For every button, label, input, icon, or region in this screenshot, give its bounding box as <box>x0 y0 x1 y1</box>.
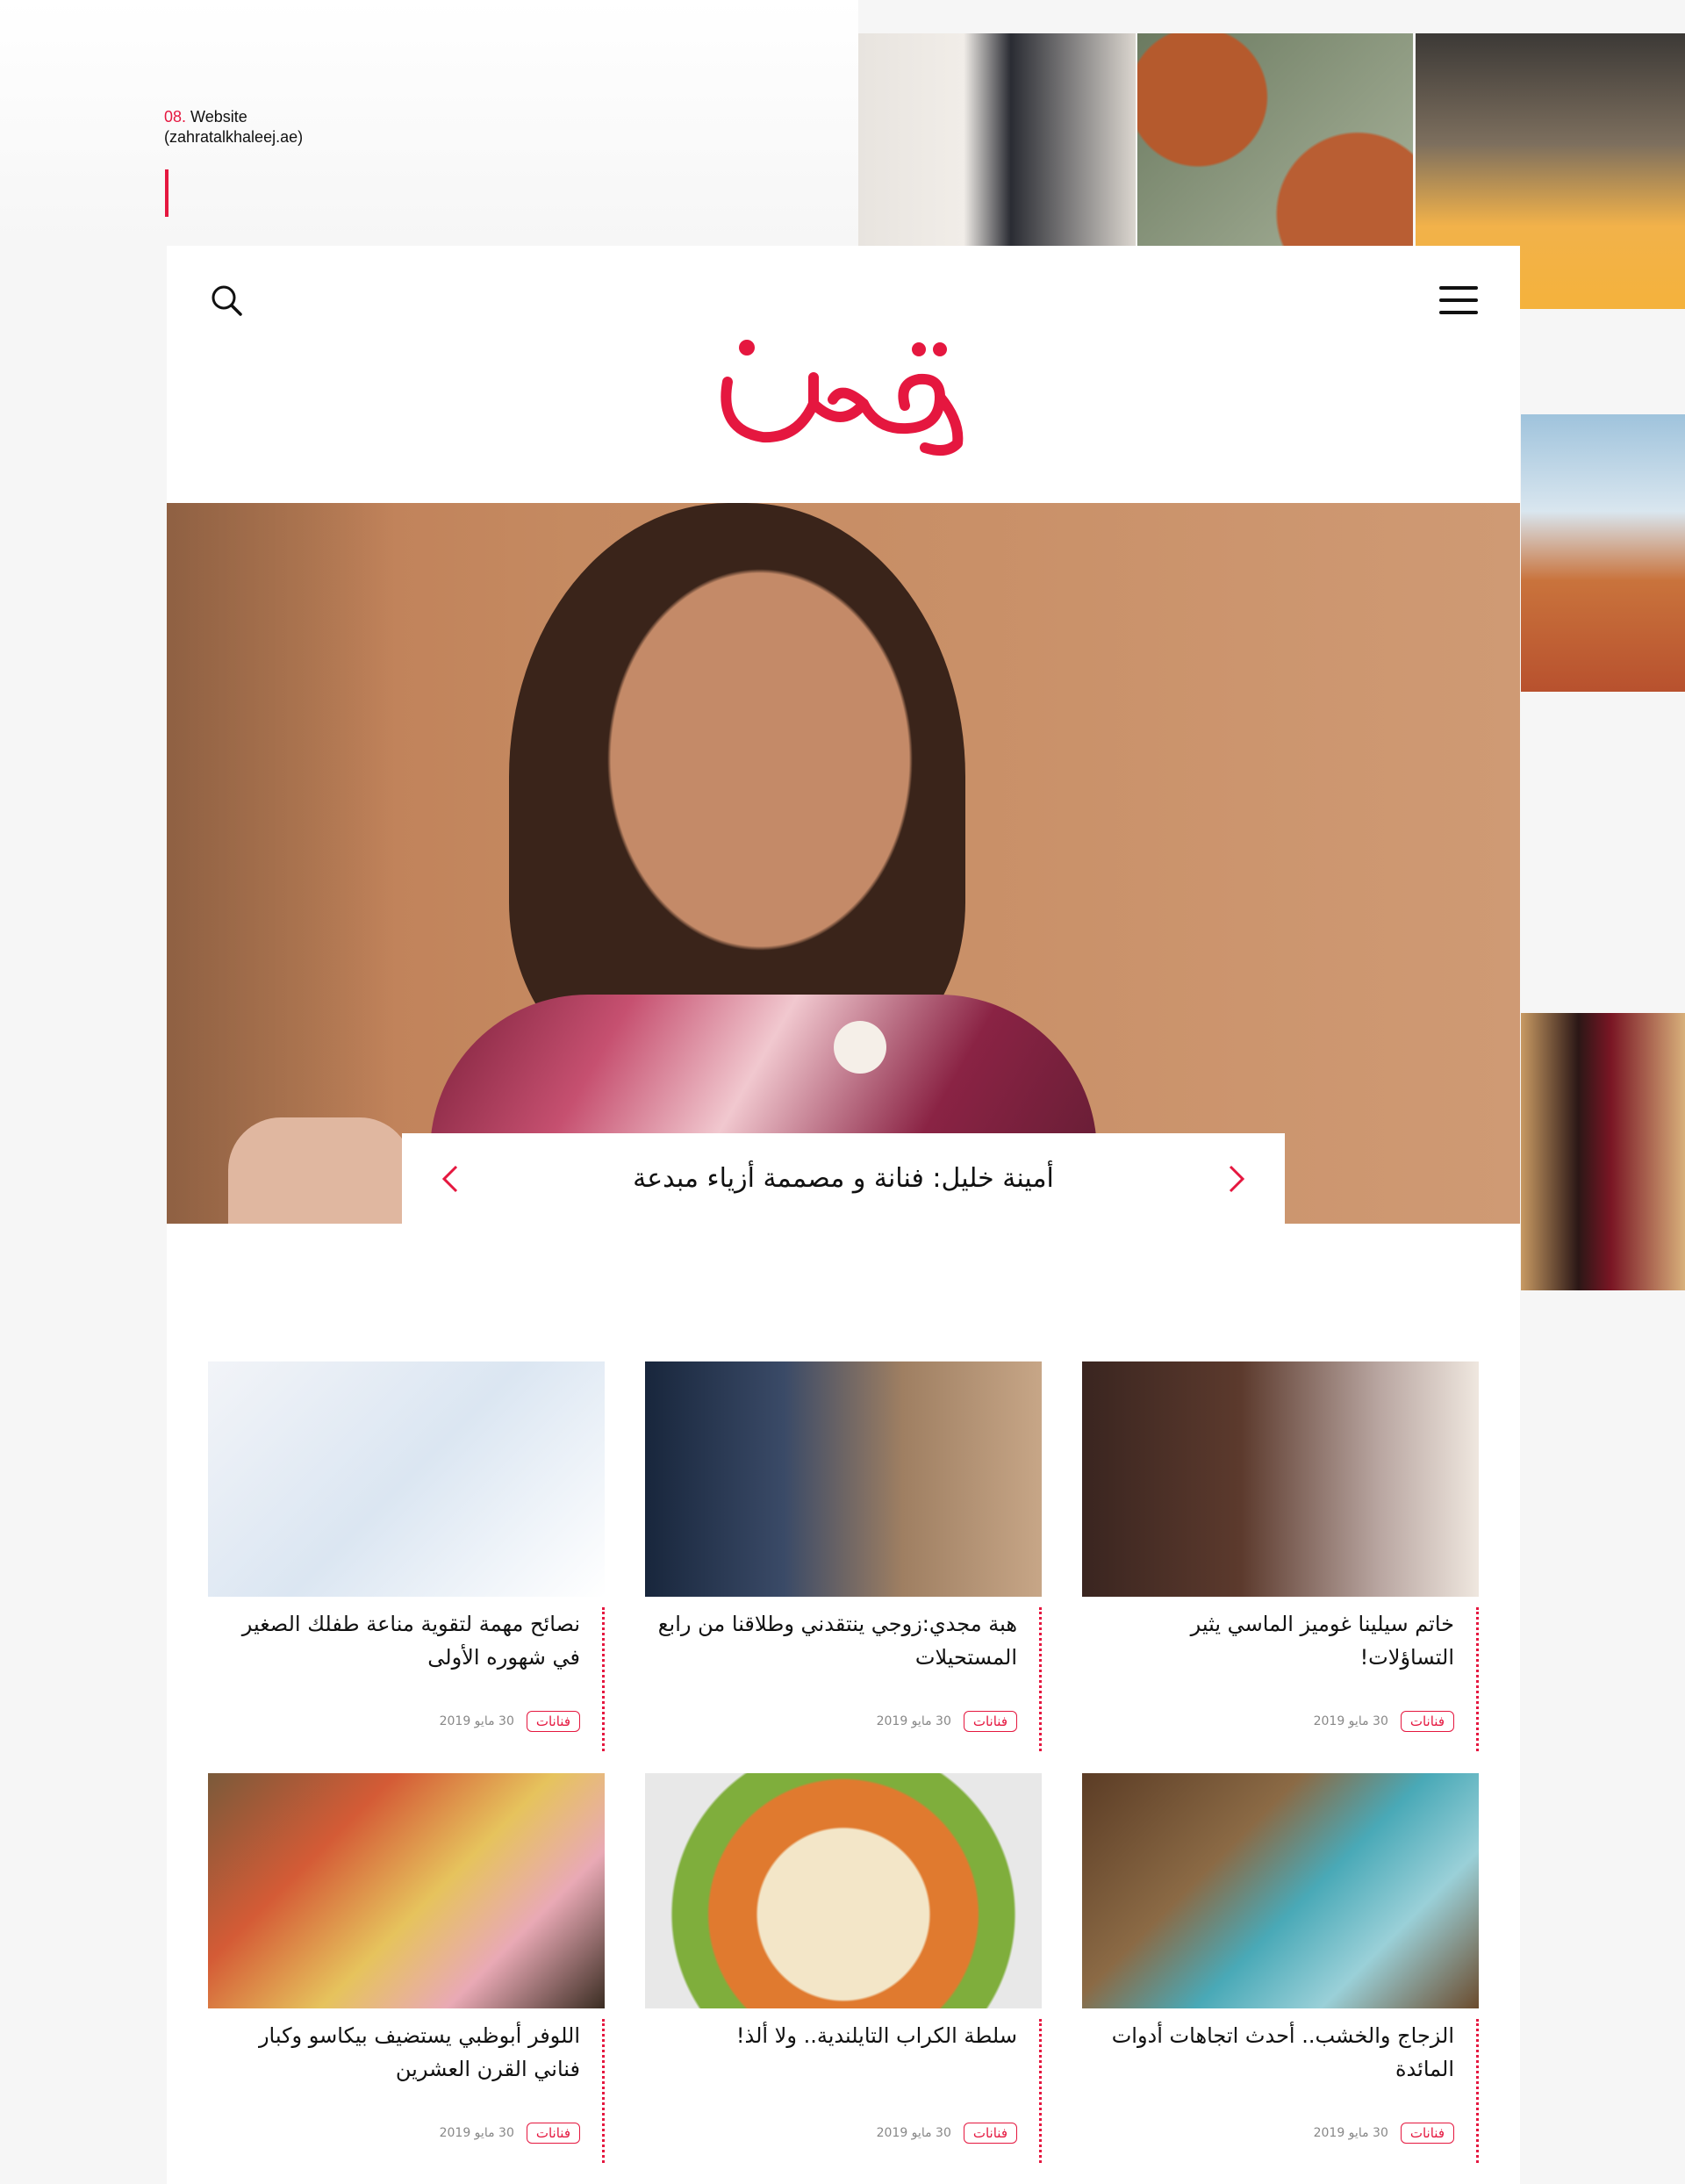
thumb-fashion <box>1521 1013 1685 1290</box>
website-mockup: أمينة خليل: فنانة و مصممة أزياء مبدعة خا… <box>167 246 1520 2184</box>
hamburger-icon <box>1439 286 1478 290</box>
article-image[interactable] <box>645 1773 1042 2008</box>
caption-accent-bar <box>165 169 168 217</box>
article-date: 30 مايو 2019 <box>876 1714 951 1728</box>
slider-next-button[interactable] <box>1218 1161 1253 1196</box>
category-badge[interactable]: فنانات <box>526 1711 580 1732</box>
search-button[interactable] <box>209 283 244 318</box>
thumb-city <box>1521 414 1685 692</box>
hero-slider[interactable] <box>167 503 1520 1224</box>
chevron-left-icon <box>441 1165 458 1193</box>
hero-plant <box>167 503 395 1224</box>
hero-earring <box>834 1021 886 1074</box>
card-divider <box>1476 2019 1479 2163</box>
article-image[interactable] <box>1082 1361 1479 1597</box>
article-date: 30 مايو 2019 <box>439 1714 514 1728</box>
article-date: 30 مايو 2019 <box>1313 2126 1388 2140</box>
chevron-right-icon <box>1229 1165 1245 1193</box>
card-divider <box>1039 2019 1042 2163</box>
article-title[interactable]: خاتم سيلينا غوميز الماسي يثير التساؤلات! <box>1094 1607 1454 1674</box>
hero-hand <box>228 1117 412 1224</box>
article-date: 30 مايو 2019 <box>439 2126 514 2140</box>
category-badge[interactable]: فنانات <box>963 1711 1017 1732</box>
category-badge[interactable]: فنانات <box>963 2123 1017 2144</box>
caption-number: 08. <box>164 108 187 126</box>
logo-mark <box>721 340 964 456</box>
article-date: 30 مايو 2019 <box>1313 1714 1388 1728</box>
thumb-couple <box>858 33 1136 246</box>
article-image[interactable] <box>208 1773 605 2008</box>
article-title[interactable]: الزجاج والخشب.. أحدث اتجاهات أدوات المائ… <box>1094 2019 1454 2086</box>
project-caption: 08. Website (zahratalkhaleej.ae) <box>164 107 303 147</box>
card-divider <box>1476 1607 1479 1751</box>
top-band <box>0 0 858 246</box>
thumb-food <box>1137 33 1413 246</box>
hero-caption: أمينة خليل: فنانة و مصممة أزياء مبدعة <box>402 1133 1285 1224</box>
category-badge[interactable]: فنانات <box>526 2123 580 2144</box>
caption-domain: (zahratalkhaleej.ae) <box>164 128 304 146</box>
search-icon <box>212 285 242 316</box>
card-divider <box>602 1607 605 1751</box>
article-title[interactable]: اللوفر أبوظبي يستضيف بيكاسو وكبار فناني … <box>220 2019 580 2086</box>
article-title[interactable]: نصائح مهمة لتقوية مناعة طفلك الصغير في ش… <box>220 1607 580 1674</box>
menu-button[interactable] <box>1439 286 1478 314</box>
category-badge[interactable]: فنانات <box>1400 2123 1454 2144</box>
caption-label: Website <box>190 108 247 126</box>
hero-title[interactable]: أمينة خليل: فنانة و مصممة أزياء مبدعة <box>507 1133 1180 1224</box>
article-image[interactable] <box>208 1361 605 1597</box>
card-divider <box>1039 1607 1042 1751</box>
slider-prev-button[interactable] <box>434 1161 469 1196</box>
article-image[interactable] <box>645 1361 1042 1597</box>
category-badge[interactable]: فنانات <box>1400 1711 1454 1732</box>
article-title[interactable]: هبة مجدي:زوجي ينتقدني وطلاقنا من رابع ال… <box>657 1607 1017 1674</box>
article-image[interactable] <box>1082 1773 1479 2008</box>
article-title[interactable]: سلطة الكراب التايلندية.. ولا ألذ! <box>657 2019 1017 2052</box>
logo[interactable] <box>710 316 977 456</box>
article-date: 30 مايو 2019 <box>876 2126 951 2140</box>
hero-portrait <box>509 503 965 1074</box>
card-divider <box>602 2019 605 2163</box>
